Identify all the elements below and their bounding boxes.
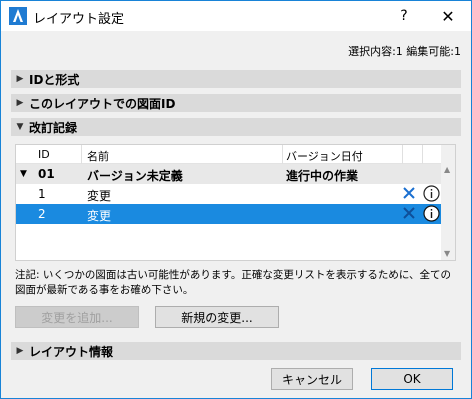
row-actions: [401, 205, 440, 222]
scroll-down-icon[interactable]: ▼: [444, 249, 450, 258]
cancel-button[interactable]: キャンセル: [271, 368, 353, 390]
window-title: レイアウト設定: [33, 12, 125, 27]
section-revision-history[interactable]: ▼ 改訂記録: [11, 118, 461, 136]
column-header-id[interactable]: ID: [38, 148, 50, 161]
group-date: 進行中の作業: [286, 169, 359, 183]
ok-button[interactable]: OK: [371, 368, 453, 390]
column-header-name[interactable]: 名前: [87, 148, 109, 164]
collapse-arrow-icon: ▼: [16, 122, 24, 132]
section-label: レイアウト情報: [29, 344, 114, 359]
close-button[interactable]: ✕: [425, 1, 471, 31]
section-layout-drawing-id[interactable]: ▶ このレイアウトでの図面ID: [11, 94, 461, 112]
delete-icon[interactable]: [401, 185, 417, 201]
vertical-scrollbar[interactable]: ▲ ▼: [441, 145, 455, 260]
info-icon[interactable]: [423, 205, 440, 222]
table-row[interactable]: 2 変更: [16, 204, 442, 224]
row-name: 変更: [87, 209, 112, 223]
column-header-version-date[interactable]: バージョン日付: [286, 148, 363, 164]
layout-settings-dialog: レイアウト設定 ? ✕ 選択内容:1 編集可能:1 ▶ IDと形式 ▶ このレイ…: [0, 0, 472, 399]
add-change-button[interactable]: 変更を追加...: [15, 306, 139, 328]
expand-arrow-icon: ▶: [16, 98, 24, 108]
column-divider: [422, 145, 423, 164]
expand-arrow-icon: ▶: [16, 346, 24, 356]
column-divider: [282, 145, 283, 164]
row-actions: [401, 185, 440, 202]
delete-icon[interactable]: [401, 205, 417, 221]
column-divider: [402, 145, 403, 164]
scroll-up-icon[interactable]: ▲: [444, 165, 450, 174]
row-id: 1: [38, 187, 46, 201]
help-button[interactable]: ?: [387, 1, 421, 31]
revision-table: ID 名前 バージョン日付 ▼ 01 バージョン未定義 進行中の作業 1 変更: [15, 144, 456, 261]
table-header: ID 名前 バージョン日付: [16, 145, 442, 164]
section-id-format[interactable]: ▶ IDと形式: [11, 70, 461, 88]
section-label: 改訂記録: [29, 120, 78, 135]
section-label: IDと形式: [29, 72, 80, 87]
archicad-logo-icon: [9, 7, 27, 25]
section-label: このレイアウトでの図面ID: [29, 96, 176, 111]
section-layout-info[interactable]: ▶ レイアウト情報: [11, 342, 461, 360]
info-icon[interactable]: [423, 185, 440, 202]
note-text: 注記: いくつかの図面は古い可能性があります。正確な変更リストを表示するために、…: [15, 269, 452, 296]
row-id: 2: [38, 207, 46, 221]
title-bar: レイアウト設定 ? ✕: [1, 1, 471, 31]
group-id: 01: [38, 167, 55, 181]
new-change-button[interactable]: 新規の変更...: [155, 306, 279, 328]
column-divider: [81, 145, 82, 164]
row-name: 変更: [87, 189, 112, 203]
collapse-arrow-icon[interactable]: ▼: [20, 169, 27, 179]
group-name: バージョン未定義: [87, 169, 183, 183]
revision-group-row[interactable]: ▼ 01 バージョン未定義 進行中の作業: [16, 164, 442, 184]
expand-arrow-icon: ▶: [16, 74, 24, 84]
table-row[interactable]: 1 変更: [16, 184, 442, 204]
selection-info: 選択内容:1 編集可能:1: [348, 45, 461, 58]
